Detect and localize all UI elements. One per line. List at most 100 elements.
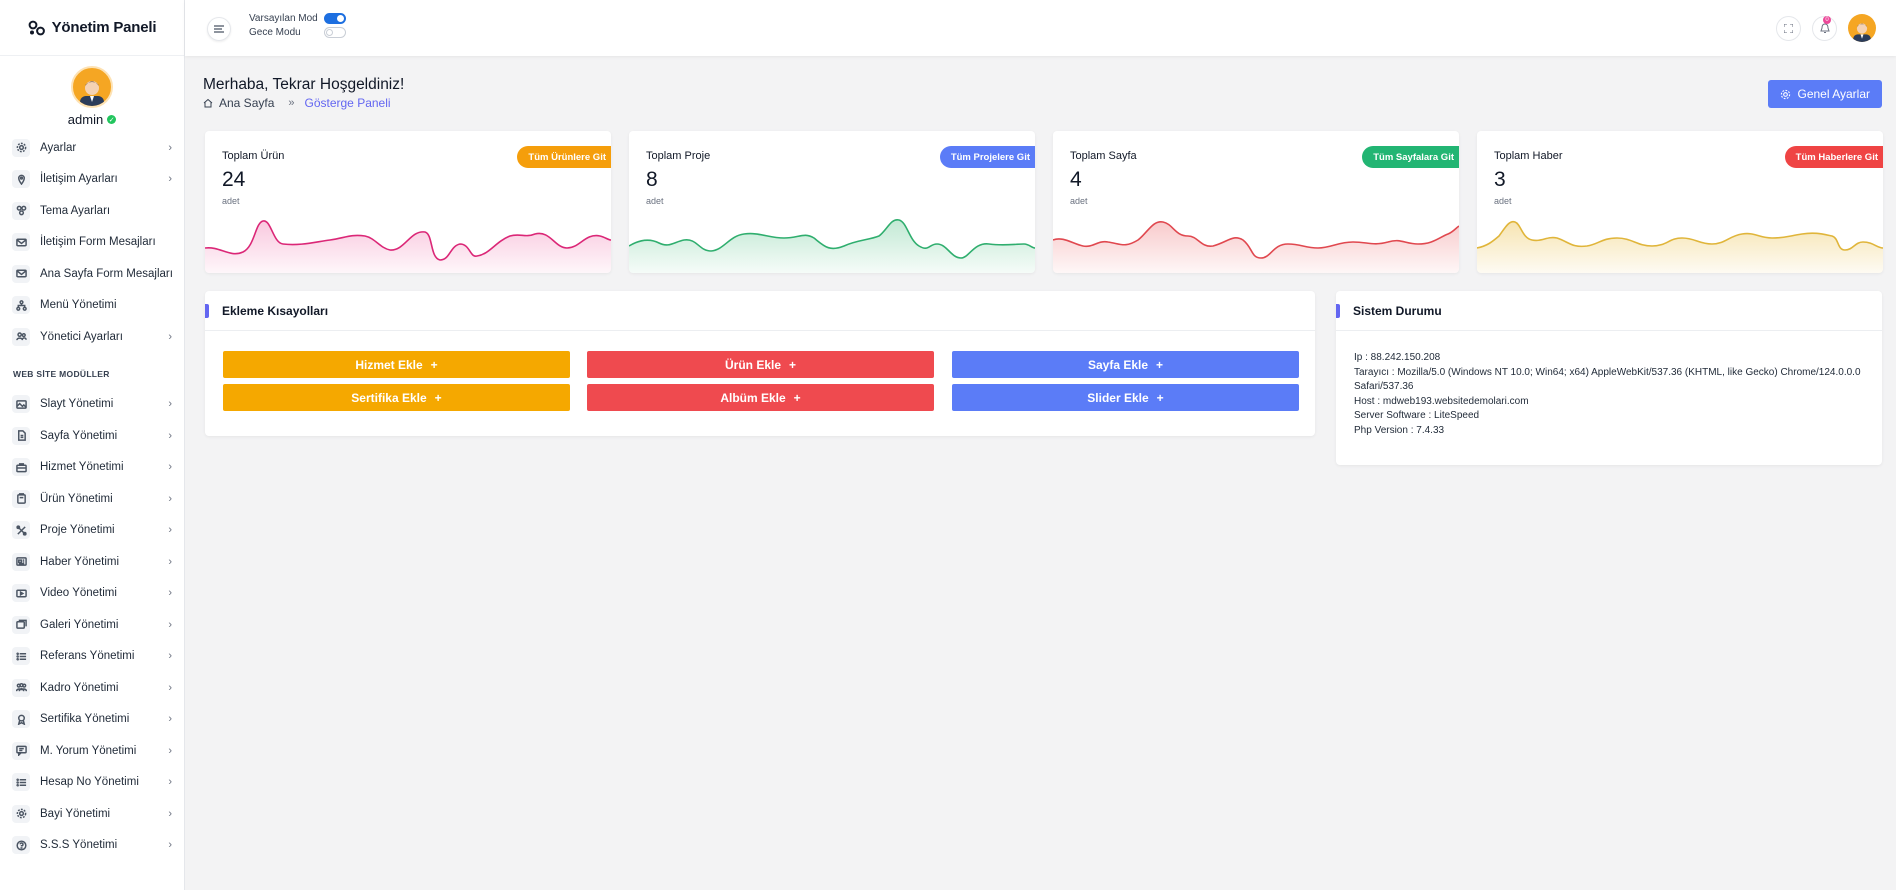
sidebar-item-i-letis-im-form-mesajlar[interactable]: İletişim Form Mesajları — [0, 227, 184, 259]
users-icon — [12, 327, 30, 346]
sidebar-item-yo-netici-ayarlar[interactable]: Yönetici Ayarları › — [0, 321, 184, 353]
slider-ekle-button[interactable]: Slider Ekle + — [952, 384, 1299, 411]
default-mode-toggle[interactable] — [324, 13, 346, 24]
sidebar-item-ana-sayfa-form-mesajlar[interactable]: Ana Sayfa Form Mesajları — [0, 258, 184, 290]
sidebar-item-tema-ayarlar[interactable]: Tema Ayarları — [0, 195, 184, 227]
shortcut-label: Ürün Ekle — [724, 357, 781, 372]
sidebar-item-galeri-yo-netimi[interactable]: Galeri Yönetimi › — [0, 609, 184, 641]
sidebar-item-i-letis-im-ayarlar[interactable]: İletişim Ayarları › — [0, 164, 184, 196]
sidebar-item-label: Kadro Yönetimi — [40, 681, 119, 694]
stat-link-button[interactable]: Tüm Sayfalara Git — [1362, 146, 1459, 168]
stat-link-button[interactable]: Tüm Haberlere Git — [1784, 146, 1883, 168]
shortcuts-panel: Ekleme Kısayolları Hizmet Ekle + Ürün Ekle… — [205, 291, 1315, 436]
menu-toggle-button[interactable] — [207, 17, 231, 41]
night-mode-toggle[interactable] — [324, 27, 346, 38]
shortcut-label: Albüm Ekle — [720, 390, 786, 405]
sidebar-item-label: Proje Yönetimi — [40, 524, 115, 537]
general-settings-button[interactable]: Genel Ayarlar — [1767, 80, 1882, 108]
sidebar-item-u-ru-n-yo-netimi[interactable]: Ürün Yönetimi › — [0, 483, 184, 515]
stat-card: Toplam Proje 8 adet Tüm Projelere Git — [629, 131, 1035, 273]
sidebar-item-ayarlar[interactable]: Ayarlar › — [0, 132, 184, 164]
avatar[interactable] — [71, 66, 113, 108]
newspaper-icon — [12, 552, 30, 571]
plus-icon: + — [789, 357, 797, 372]
sidebar-item-label: Haber Yönetimi — [40, 555, 120, 568]
file-icon — [12, 426, 30, 445]
stat-link-button[interactable]: Tüm Projelere Git — [939, 146, 1035, 168]
sidebar-item-proje-yo-netimi[interactable]: Proje Yönetimi › — [0, 515, 184, 547]
sidebar-item-label: Hesap No Yönetimi — [40, 776, 139, 789]
sidebar-item-haber-yo-netimi[interactable]: Haber Yönetimi › — [0, 546, 184, 578]
sidebar-item-sertifika-yo-netimi[interactable]: Sertifika Yönetimi › — [0, 704, 184, 736]
brand-logo-icon — [28, 20, 45, 35]
sidebar: Yönetim Paneli admin ✓ Ayarlar › İletişim … — [0, 0, 185, 890]
chevron-right-icon: › — [168, 618, 172, 631]
chevron-right-icon: › — [168, 429, 172, 442]
sidebar-item-label: Yönetici Ayarları — [40, 330, 123, 343]
stat-value: 8 — [646, 168, 658, 191]
gallery-icon — [12, 615, 30, 634]
sidebar-item-referans-yo-netimi[interactable]: Referans Yönetimi › — [0, 641, 184, 673]
gear-icon — [12, 138, 30, 157]
notification-badge: 0 — [1823, 16, 1831, 24]
chevron-right-icon: › — [168, 461, 172, 474]
plus-icon: + — [434, 390, 442, 405]
user-menu-avatar[interactable] — [1848, 14, 1876, 42]
help-circle-icon — [12, 836, 30, 855]
u-ru-n-ekle-button[interactable]: Ürün Ekle + — [587, 351, 934, 378]
chevron-right-icon: › — [168, 587, 172, 600]
sayfa-ekle-button[interactable]: Sayfa Ekle + — [952, 351, 1299, 378]
sidebar-item-label: Ayarlar — [40, 141, 77, 154]
menu-tree-icon — [12, 296, 30, 315]
sidebar-item-kadro-yo-netimi[interactable]: Kadro Yönetimi › — [0, 672, 184, 704]
sidebar-item-hesap-no-yo-netimi[interactable]: Hesap No Yönetimi › — [0, 767, 184, 799]
page-title: Merhaba, Tekrar Hoşgeldiniz! — [203, 76, 405, 93]
sidebar-item-m-yorum-yo-netimi[interactable]: M. Yorum Yönetimi › — [0, 735, 184, 767]
sertifika-ekle-button[interactable]: Sertifika Ekle + — [223, 384, 570, 411]
profile: admin ✓ — [0, 56, 184, 132]
plus-icon: + — [1156, 357, 1164, 372]
chevron-right-icon: › — [168, 839, 172, 852]
sidebar-item-menu-yo-netimi[interactable]: Menü Yönetimi — [0, 290, 184, 322]
stat-link-button[interactable]: Tüm Ürünlere Git — [517, 146, 611, 168]
sidebar-item-label: İletişim Form Mesajları — [40, 236, 156, 249]
brand[interactable]: Yönetim Paneli — [0, 0, 184, 56]
sidebar-item-hizmet-yo-netimi[interactable]: Hizmet Yönetimi › — [0, 452, 184, 484]
general-settings-label: Genel Ayarlar — [1797, 87, 1871, 101]
video-icon — [12, 584, 30, 603]
award-icon — [12, 710, 30, 729]
online-status-icon: ✓ — [107, 115, 117, 124]
tools-icon — [12, 521, 30, 540]
shortcut-label: Slider Ekle — [1087, 390, 1149, 405]
comment-icon — [12, 741, 30, 760]
sidebar-modules-menu: Slayt Yönetimi › Sayfa Yönetimi › Hizmet Yön… — [0, 389, 184, 862]
default-mode-label: Varsayılan Mod — [249, 13, 318, 24]
breadcrumb: Ana Sayfa » Gösterge Paneli — [203, 96, 391, 110]
sidebar-item-bayi-yo-netimi[interactable]: Bayi Yönetimi › — [0, 798, 184, 830]
plus-icon: + — [1156, 390, 1164, 405]
image-icon — [12, 395, 30, 414]
albu-m-ekle-button[interactable]: Albüm Ekle + — [587, 384, 934, 411]
clipboard-icon — [12, 489, 30, 508]
chevron-right-icon: › — [168, 650, 172, 663]
breadcrumb-home[interactable]: Ana Sayfa — [219, 96, 274, 110]
sidebar-item-slayt-yo-netimi[interactable]: Slayt Yönetimi › — [0, 389, 184, 421]
sidebar-item-video-yo-netimi[interactable]: Video Yönetimi › — [0, 578, 184, 610]
topbar: Varsayılan Mod Gece Modu 0 — [185, 0, 1896, 56]
sidebar-item-sayfa-yo-netimi[interactable]: Sayfa Yönetimi › — [0, 420, 184, 452]
sidebar-item-s-s-s-yo-netimi[interactable]: S.S.S Yönetimi › — [0, 830, 184, 862]
hizmet-ekle-button[interactable]: Hizmet Ekle + — [223, 351, 570, 378]
system-status-title: Sistem Durumu — [1336, 291, 1882, 331]
stat-card: Toplam Ürün 24 adet Tüm Ürünlere Git — [205, 131, 611, 273]
sidebar-item-label: Hizmet Yönetimi — [40, 461, 124, 474]
fullscreen-button[interactable] — [1776, 16, 1801, 41]
notifications-button[interactable]: 0 — [1812, 16, 1837, 41]
user-avatar-icon — [1853, 23, 1871, 42]
home-icon — [203, 98, 213, 108]
sidebar-item-label: İletişim Ayarları — [40, 173, 118, 186]
sparkline-chart — [1477, 220, 1883, 273]
sidebar-item-label: Ürün Yönetimi — [40, 492, 113, 505]
stat-title: Toplam Haber — [1494, 150, 1563, 162]
system-info-line: Host : mdweb193.websitedemolari.com — [1354, 395, 1529, 407]
profile-name: admin — [67, 112, 104, 127]
